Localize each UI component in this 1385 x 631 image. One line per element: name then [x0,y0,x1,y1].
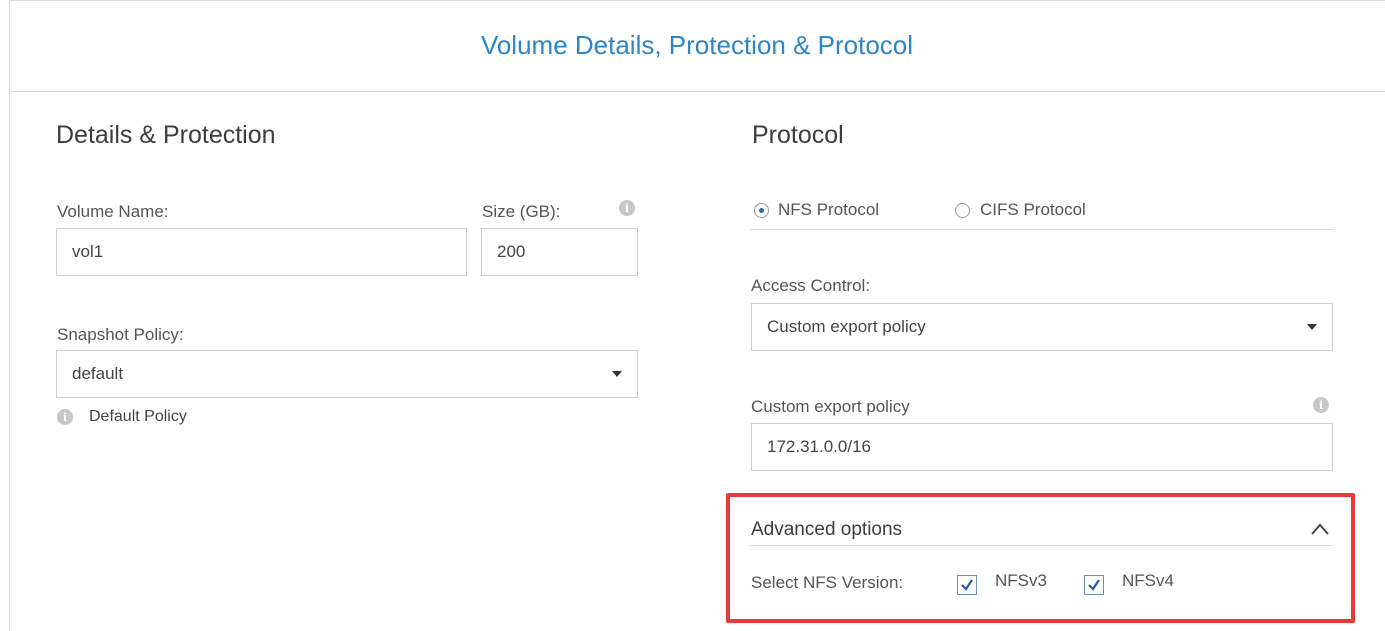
cifs-protocol-label[interactable]: CIFS Protocol [980,200,1086,220]
access-control-value: Custom export policy [767,317,926,336]
size-label: Size (GB): [482,202,561,221]
cifs-protocol-radio[interactable] [955,203,970,218]
nfsv3-checkbox[interactable] [957,575,977,595]
custom-export-policy-label: Custom export policy [751,397,910,416]
protocol-divider [750,229,1333,230]
custom-export-policy-field[interactable]: 172.31.0.0/16 [751,423,1333,471]
nfsv3-label[interactable]: NFSv3 [995,571,1047,591]
caret-down-icon [1307,324,1317,330]
nfsv4-label[interactable]: NFSv4 [1122,571,1174,591]
info-icon[interactable]: i [619,200,635,216]
nfs-version-label: Select NFS Version: [751,573,904,592]
snapshot-policy-select[interactable]: default [56,350,638,398]
snapshot-policy-hint: Default Policy [89,408,187,425]
advanced-options-title: Advanced options [751,519,903,540]
page-title: Volume Details, Protection & Protocol [9,0,1385,92]
details-section-title: Details & Protection [56,121,276,149]
checkmark-icon [961,579,973,591]
volume-name-label: Volume Name: [57,202,169,221]
nfs-protocol-radio[interactable] [754,203,769,218]
volume-name-value: vol1 [72,242,104,261]
size-field[interactable]: 200 [481,228,638,276]
protocol-section-title: Protocol [752,121,844,149]
size-value: 200 [497,242,526,261]
chevron-up-icon[interactable] [1310,522,1330,536]
nfs-protocol-label[interactable]: NFS Protocol [778,200,879,220]
highlight-annotation [726,493,1355,623]
info-icon[interactable]: i [1313,397,1329,413]
info-icon: i [57,409,73,425]
snapshot-policy-value: default [72,364,124,383]
advanced-divider [750,545,1333,546]
access-control-label: Access Control: [751,276,871,295]
custom-export-policy-value: 172.31.0.0/16 [767,437,871,456]
snapshot-policy-label: Snapshot Policy: [57,325,184,344]
checkmark-icon [1088,579,1100,591]
caret-down-icon [612,371,622,377]
access-control-select[interactable]: Custom export policy [751,303,1333,351]
volume-name-field[interactable]: vol1 [56,228,467,276]
nfsv4-checkbox[interactable] [1084,575,1104,595]
